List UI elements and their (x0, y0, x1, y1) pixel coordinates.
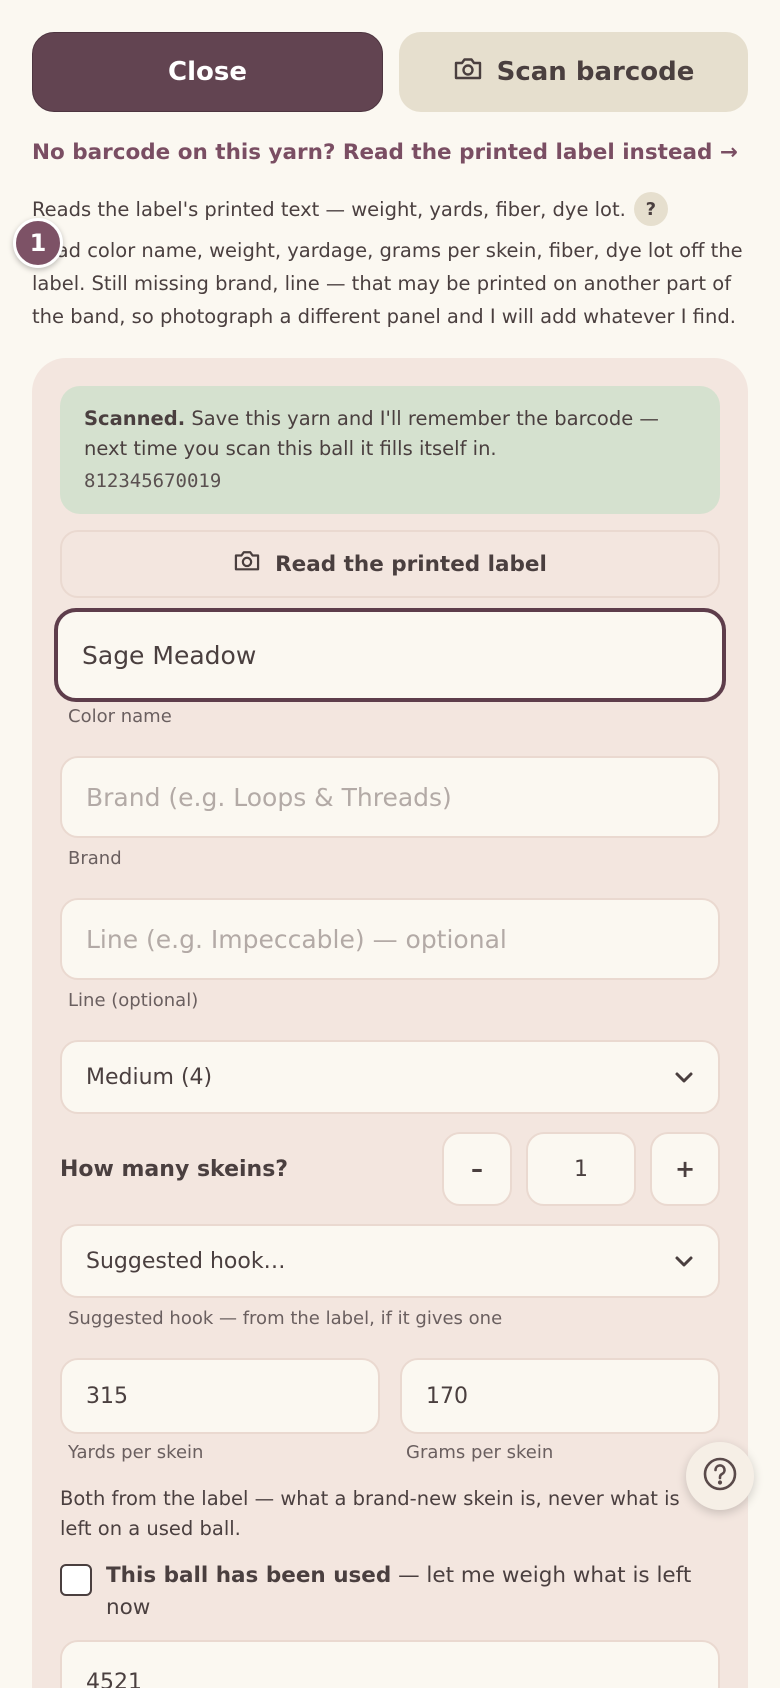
color-name-field[interactable] (54, 608, 726, 702)
used-ball-checkbox[interactable] (60, 1564, 92, 1596)
scanned-title: Scanned. (84, 407, 186, 430)
weight-select[interactable]: Medium (4) (60, 1040, 720, 1114)
chevron-down-icon (674, 1065, 694, 1090)
line-label: Line (optional) (68, 990, 199, 1011)
weight-remaining-value: 4521 (86, 1670, 142, 1688)
hook-select[interactable]: Suggested hook… (60, 1224, 720, 1298)
help-question-button[interactable]: ? (633, 192, 668, 226)
skeins-stepper: How many skeins? – 1 + (60, 1132, 720, 1206)
barcode-number: 812345670019 (84, 470, 222, 492)
chevron-down-icon (674, 1249, 694, 1274)
floating-help-button[interactable] (686, 1442, 754, 1510)
grams-value: 170 (426, 1383, 468, 1409)
help-line: Reads the label's printed text — weight,… (32, 192, 668, 226)
read-printed-label-text: Read the printed label (275, 551, 547, 577)
help-circle-icon (702, 1456, 738, 1496)
color-name-input[interactable] (82, 640, 698, 670)
scan-barcode-button[interactable]: Scan barcode (399, 32, 748, 112)
brand-field[interactable] (60, 756, 720, 838)
weight-select-value: Medium (4) (86, 1064, 213, 1090)
weight-remaining-field[interactable]: 4521 (60, 1640, 720, 1688)
used-ball-text: This ball has been used — let me weigh w… (106, 1560, 700, 1624)
yards-field[interactable]: 315 (60, 1358, 380, 1434)
description-text: Read color name, weight, yardage, grams … (32, 239, 743, 328)
read-printed-label-button[interactable]: Read the printed label (60, 530, 720, 598)
yards-value: 315 (86, 1383, 128, 1409)
skeins-question: How many skeins? (60, 1156, 289, 1182)
grams-label: Grams per skein (406, 1442, 554, 1463)
brand-input[interactable] (86, 782, 694, 812)
increment-skeins-button[interactable]: + (650, 1132, 720, 1206)
used-ball-bold: This ball has been used (106, 1563, 392, 1588)
line-field[interactable] (60, 898, 720, 980)
camera-icon (453, 56, 483, 89)
scan-barcode-label: Scan barcode (496, 57, 695, 87)
step-number-badge: 1 (13, 218, 63, 268)
color-name-label: Color name (68, 706, 172, 727)
line-input[interactable] (86, 924, 694, 954)
yards-label: Yards per skein (68, 1442, 204, 1463)
hook-label: Suggested hook — from the label, if it g… (68, 1308, 503, 1329)
scanned-message: Scanned. Save this yarn and I'll remembe… (84, 404, 696, 464)
scanned-banner: Scanned. Save this yarn and I'll remembe… (60, 386, 720, 514)
close-button[interactable]: Close (32, 32, 383, 112)
help-line-text: Reads the label's printed text — weight,… (32, 197, 626, 221)
hook-select-value: Suggested hook… (86, 1248, 286, 1274)
brand-label: Brand (68, 848, 122, 869)
read-label-instead-link[interactable]: No barcode on this yarn? Read the printe… (32, 140, 738, 165)
used-ball-checkbox-row[interactable]: This ball has been used — let me weigh w… (60, 1560, 700, 1624)
camera-icon (233, 549, 261, 579)
top-bar: Close Scan barcode (32, 32, 748, 112)
decrement-skeins-button[interactable]: – (442, 1132, 512, 1206)
skeins-count-input[interactable]: 1 (526, 1132, 636, 1206)
grams-field[interactable]: 170 (400, 1358, 720, 1434)
label-note: Both from the label — what a brand-new s… (60, 1487, 680, 1540)
